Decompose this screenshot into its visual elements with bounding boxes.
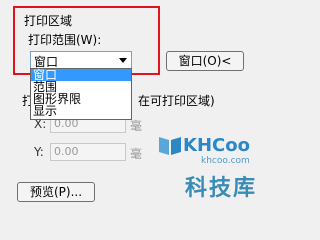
- window-button[interactable]: 窗口(O)<: [166, 51, 244, 71]
- y-offset-unit: 毫: [130, 147, 143, 161]
- watermark-brand: KHCoo: [183, 135, 250, 156]
- print-offset-title-suffix: 在可打印区域): [138, 94, 215, 108]
- watermark-text: 科技库: [185, 176, 258, 201]
- watermark-url: khcoo.com: [201, 156, 250, 166]
- print-range-dropdown: 窗口 范围 图形界限 显示: [30, 68, 132, 120]
- print-range-combobox[interactable]: 窗口: [30, 51, 132, 69]
- y-offset-label: Y:: [34, 145, 44, 159]
- preview-button[interactable]: 预览(P)...: [17, 182, 95, 202]
- watermark-logo: KHCoo khcoo.com 科技库: [157, 131, 281, 205]
- print-area-title: 打印区域: [24, 14, 73, 28]
- y-offset-field[interactable]: 0.00: [50, 143, 126, 161]
- dropdown-option-display[interactable]: 显示: [31, 105, 131, 117]
- print-range-label: 打印范围(W):: [28, 33, 102, 47]
- chevron-down-icon[interactable]: [119, 58, 127, 63]
- book-icon: [159, 137, 181, 155]
